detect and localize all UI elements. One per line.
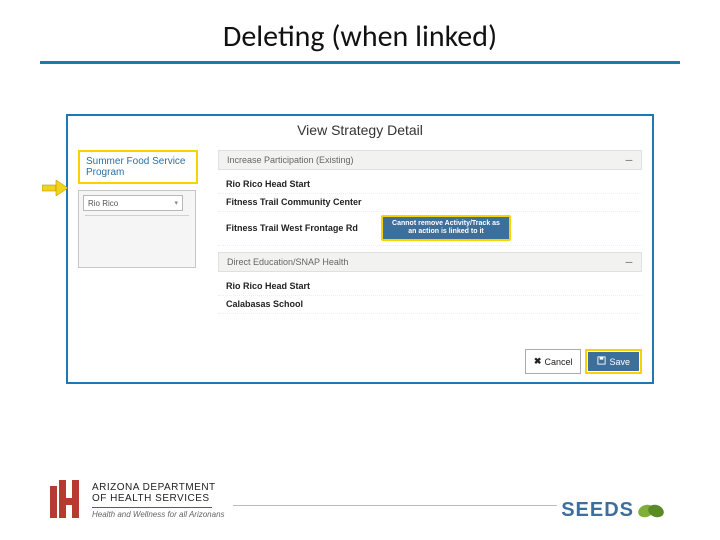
row-label: Fitness Trail Community Center — [226, 197, 362, 207]
list-item: Rio Rico Head Start — [218, 176, 642, 194]
list-item: Fitness Trail West Frontage Rd Cannot re… — [218, 212, 642, 246]
strategy-detail-panel: View Strategy Detail Summer Food Service… — [66, 114, 654, 384]
save-label: Save — [609, 357, 630, 367]
list-item: Rio Rico Head Start — [218, 278, 642, 296]
save-button[interactable]: Save — [588, 352, 639, 371]
adhs-line2: OF HEALTH SERVICES — [92, 494, 225, 505]
section-label: Increase Participation (Existing) — [227, 155, 354, 165]
arrow-icon — [42, 180, 68, 198]
adhs-rule — [92, 507, 212, 508]
footer-buttons: ✖ Cancel Save — [525, 349, 642, 374]
adhs-tagline: Health and Wellness for all Arizonans — [92, 510, 225, 519]
row-label: Rio Rico Head Start — [226, 281, 310, 291]
close-icon: ✖ — [534, 356, 542, 367]
section-header[interactable]: Increase Participation (Existing) − — [218, 150, 642, 170]
main-area: Increase Participation (Existing) − Rio … — [218, 150, 642, 348]
link-warning-tooltip: Cannot remove Activity/Track as an actio… — [381, 215, 511, 241]
sidebar: Summer Food Service Program Rio Rico ▾ — [78, 150, 198, 268]
row-label: Calabasas School — [226, 299, 303, 309]
sidebar-selector[interactable]: Rio Rico ▾ — [78, 190, 196, 268]
panel-title: View Strategy Detail — [68, 116, 652, 148]
section-header[interactable]: Direct Education/SNAP Health − — [218, 252, 642, 272]
slide-footer: ARIZONA DEPARTMENT OF HEALTH SERVICES He… — [0, 460, 720, 540]
section-label: Direct Education/SNAP Health — [227, 257, 348, 267]
row-label: Rio Rico Head Start — [226, 179, 310, 189]
title-rule — [40, 61, 680, 64]
program-header: Summer Food Service Program — [78, 150, 198, 184]
cancel-button[interactable]: ✖ Cancel — [525, 349, 582, 374]
chevron-down-icon: ▾ — [174, 199, 178, 207]
save-highlight: Save — [585, 349, 642, 374]
search-input[interactable]: Rio Rico ▾ — [83, 195, 183, 211]
row-label: Fitness Trail West Frontage Rd — [226, 223, 371, 233]
list-item: Fitness Trail Community Center — [218, 194, 642, 212]
adhs-mark-icon — [50, 480, 84, 522]
collapse-icon[interactable]: − — [625, 258, 633, 267]
leaf-icon — [636, 501, 666, 521]
search-value: Rio Rico — [88, 199, 118, 208]
adhs-logo: ARIZONA DEPARTMENT OF HEALTH SERVICES He… — [50, 480, 233, 522]
seeds-text: SEEDS — [561, 499, 634, 522]
cancel-label: Cancel — [544, 357, 572, 367]
divider — [85, 215, 189, 216]
collapse-icon[interactable]: − — [625, 156, 633, 165]
save-icon — [597, 356, 606, 367]
slide-title: Deleting (when linked) — [0, 0, 720, 61]
adhs-line1: ARIZONA DEPARTMENT — [92, 483, 225, 494]
list-item: Calabasas School — [218, 296, 642, 314]
seeds-logo: SEEDS — [557, 499, 670, 522]
